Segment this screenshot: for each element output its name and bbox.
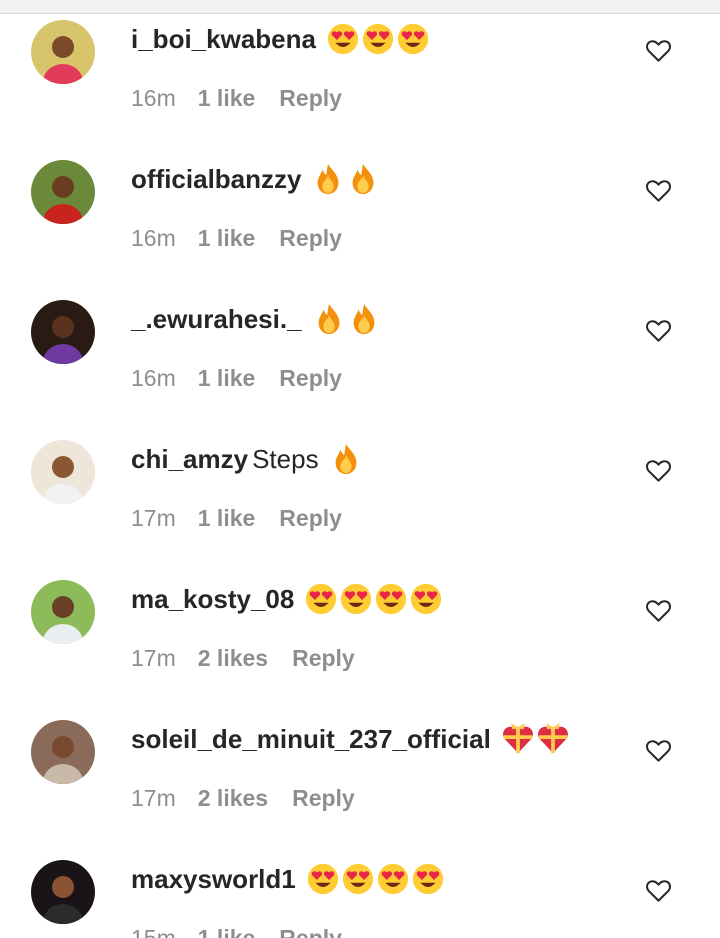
comment-meta: 15m 1 like Reply <box>131 923 342 938</box>
comment-timestamp: 17m <box>131 505 176 531</box>
comment-like-count[interactable]: 1 like <box>198 225 256 251</box>
reply-button[interactable]: Reply <box>279 225 342 251</box>
heart-eyes-emoji-icon <box>339 582 373 616</box>
comment-emojis <box>329 440 364 476</box>
comment-emojis <box>501 720 571 756</box>
comments-screen: i_boi_kwabena 16m 1 like Reply officialbanzz… <box>0 0 720 938</box>
comment-timestamp: 16m <box>131 225 176 251</box>
heart-eyes-emoji-icon <box>306 862 340 896</box>
fire-emoji-icon <box>311 162 345 196</box>
comment-username[interactable]: soleil_de_minuit_237_official <box>131 724 491 754</box>
heart-eyes-emoji-icon <box>374 582 408 616</box>
comment-meta: 16m 1 like Reply <box>131 363 342 393</box>
heart-eyes-emoji-icon <box>326 22 360 56</box>
comment-timestamp: 17m <box>131 645 176 671</box>
comment-text: Steps <box>252 444 319 474</box>
comment-username[interactable]: chi_amzy <box>131 444 248 474</box>
comment-meta: 16m 1 like Reply <box>131 83 342 113</box>
comment-timestamp: 17m <box>131 785 176 811</box>
comment-emojis <box>304 580 444 616</box>
user-avatar[interactable] <box>31 580 95 644</box>
comment-row: chi_amzy Steps 17m 1 like Reply <box>0 420 720 560</box>
comment-timestamp: 16m <box>131 85 176 111</box>
comment-meta: 17m 1 like Reply <box>131 503 342 533</box>
like-heart-icon[interactable] <box>645 317 672 344</box>
comment-row: _.ewurahesi._ 16m 1 like Reply <box>0 280 720 420</box>
heart-eyes-emoji-icon <box>361 22 395 56</box>
reply-button[interactable]: Reply <box>292 645 355 671</box>
fire-emoji-icon <box>312 302 346 336</box>
comment-emojis <box>306 860 446 896</box>
comment-body: maxysworld1 <box>131 862 446 899</box>
comment-body: i_boi_kwabena <box>131 22 431 59</box>
user-avatar[interactable] <box>31 860 95 924</box>
fire-emoji-icon <box>347 302 381 336</box>
comment-row: ma_kosty_08 17m 2 likes Reply <box>0 560 720 700</box>
comment-timestamp: 16m <box>131 365 176 391</box>
user-avatar[interactable] <box>31 160 95 224</box>
user-avatar[interactable] <box>31 20 95 84</box>
heart-eyes-emoji-icon <box>341 862 375 896</box>
comment-emojis <box>312 300 382 336</box>
like-heart-icon[interactable] <box>645 737 672 764</box>
like-heart-icon[interactable] <box>645 877 672 904</box>
comment-body: officialbanzzy <box>131 162 381 199</box>
reply-button[interactable]: Reply <box>279 85 342 111</box>
comment-timestamp: 15m <box>131 925 176 938</box>
like-heart-icon[interactable] <box>645 37 672 64</box>
comment-row: i_boi_kwabena 16m 1 like Reply <box>0 0 720 140</box>
comment-meta: 17m 2 likes Reply <box>131 783 355 813</box>
comment-row: maxysworld1 15m 1 like Reply <box>0 840 720 938</box>
like-heart-icon[interactable] <box>645 177 672 204</box>
heart-eyes-emoji-icon <box>409 582 443 616</box>
comment-row: soleil_de_minuit_237_official 17m 2 likes R… <box>0 700 720 840</box>
comment-body: _.ewurahesi._ <box>131 302 382 339</box>
comment-username[interactable]: _.ewurahesi._ <box>131 304 302 334</box>
reply-button[interactable]: Reply <box>279 365 342 391</box>
comment-body: ma_kosty_08 <box>131 582 444 619</box>
comment-username[interactable]: officialbanzzy <box>131 164 301 194</box>
heart-eyes-emoji-icon <box>411 862 445 896</box>
reply-button[interactable]: Reply <box>279 925 342 938</box>
comment-like-count[interactable]: 1 like <box>198 505 256 531</box>
reply-button[interactable]: Reply <box>279 505 342 531</box>
fire-emoji-icon <box>329 442 363 476</box>
comment-row: officialbanzzy 16m 1 like Reply <box>0 140 720 280</box>
heart-eyes-emoji-icon <box>396 22 430 56</box>
like-heart-icon[interactable] <box>645 597 672 624</box>
fire-emoji-icon <box>346 162 380 196</box>
user-avatar[interactable] <box>31 720 95 784</box>
comment-like-count[interactable]: 2 likes <box>198 645 268 671</box>
comment-like-count[interactable]: 2 likes <box>198 785 268 811</box>
comment-body: soleil_de_minuit_237_official <box>131 722 571 759</box>
heart-eyes-emoji-icon <box>304 582 338 616</box>
comment-emojis <box>311 160 381 196</box>
like-heart-icon[interactable] <box>645 457 672 484</box>
gift-heart-emoji-icon <box>536 722 570 756</box>
comment-username[interactable]: ma_kosty_08 <box>131 584 294 614</box>
gift-heart-emoji-icon <box>501 722 535 756</box>
user-avatar[interactable] <box>31 300 95 364</box>
comment-like-count[interactable]: 1 like <box>198 925 256 938</box>
heart-eyes-emoji-icon <box>376 862 410 896</box>
comment-body: chi_amzy Steps <box>131 442 364 479</box>
reply-button[interactable]: Reply <box>292 785 355 811</box>
comment-like-count[interactable]: 1 like <box>198 365 256 391</box>
comment-username[interactable]: i_boi_kwabena <box>131 24 316 54</box>
comment-meta: 16m 1 like Reply <box>131 223 342 253</box>
user-avatar[interactable] <box>31 440 95 504</box>
comment-username[interactable]: maxysworld1 <box>131 864 296 894</box>
comment-meta: 17m 2 likes Reply <box>131 643 355 673</box>
comment-emojis <box>326 20 431 56</box>
comment-like-count[interactable]: 1 like <box>198 85 256 111</box>
